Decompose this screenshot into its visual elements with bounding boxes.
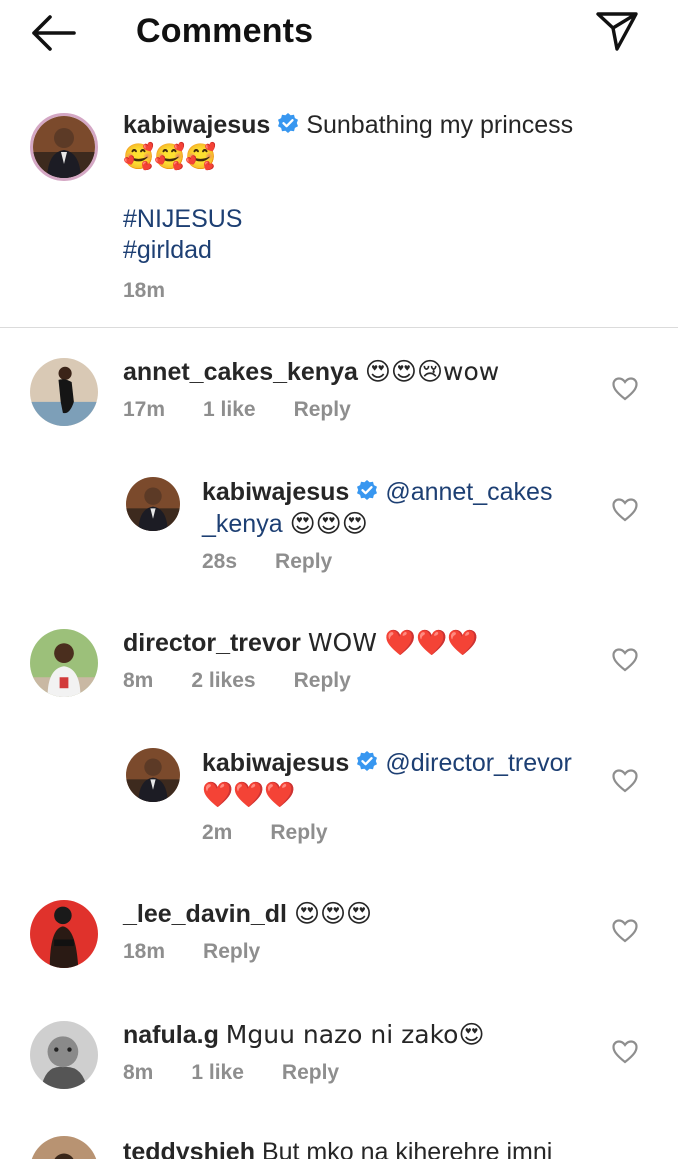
reply-meta: 2m Reply (202, 821, 328, 845)
comment-row: director_trevor WOW ❤️❤️❤️ 8m 2 likes Re… (0, 627, 678, 737)
avatar[interactable] (30, 629, 98, 697)
timestamp: 8m (123, 1061, 154, 1084)
avatar[interactable] (30, 1136, 98, 1159)
avatar[interactable] (30, 113, 98, 181)
verified-badge-icon (357, 480, 378, 500)
timestamp: 8m (123, 669, 154, 692)
page-title: Comments (136, 12, 314, 50)
heart-icon[interactable] (612, 498, 638, 522)
heart-icon[interactable] (612, 919, 638, 943)
caption-text: Sunbathing my princess (306, 111, 574, 139)
comment-text-block: teddyshieh But mko na kiherehre imni (123, 1137, 552, 1159)
caption-text-block: kabiwajesus Sunbathing my princess 🥰🥰🥰 #N… (123, 110, 623, 266)
heart-icon[interactable] (612, 648, 638, 672)
back-arrow-icon[interactable] (30, 14, 76, 52)
reply-button[interactable]: Reply (203, 940, 260, 964)
avatar[interactable] (30, 1021, 98, 1089)
mention-link[interactable]: @director_trevor (385, 749, 572, 777)
verified-badge-icon (278, 113, 299, 133)
reply-button[interactable]: Reply (294, 669, 351, 693)
comment-username[interactable]: director_trevor (123, 629, 301, 657)
comment-row-partial: teddyshieh But mko na kiherehre imni (0, 1136, 678, 1159)
comment-username[interactable]: _lee_davin_dl (123, 900, 287, 928)
avatar[interactable] (30, 900, 98, 968)
send-direct-icon[interactable] (594, 10, 640, 52)
hashtag-link[interactable]: #NIJESUS (123, 204, 623, 235)
top-bar: Comments (0, 0, 678, 64)
timestamp: 18m (123, 940, 166, 963)
reply-row: kabiwajesus @annet_cakes _kenya 😍😍😍 28s R… (0, 477, 678, 587)
comment-row: _lee_davin_dl 😍😍😍 18m Reply (0, 898, 678, 988)
comment-row: nafula.g Mguu nazo ni zako😍 8m 1 like Re… (0, 1019, 678, 1109)
mention-link[interactable]: @annet_cakes (385, 478, 552, 506)
comment-text: Mguu nazo ni zako😍 (225, 1020, 485, 1049)
heart-icon[interactable] (612, 1040, 638, 1064)
avatar[interactable] (126, 748, 180, 802)
timestamp: 17m (123, 398, 166, 421)
timestamp: 2m (202, 821, 233, 844)
reply-text: ❤️❤️❤️ (202, 780, 296, 809)
comment-text: 😍😍😍 (293, 899, 373, 928)
timestamp: 28s (202, 550, 238, 573)
reply-text-block: kabiwajesus @director_trevor ❤️❤️❤️ (202, 748, 602, 811)
comment-username[interactable]: nafula.g (123, 1021, 219, 1049)
timestamp: 18m (123, 279, 166, 302)
heart-icon[interactable] (612, 769, 638, 793)
comment-username[interactable]: teddyshieh (123, 1138, 255, 1159)
reply-button[interactable]: Reply (275, 550, 332, 574)
comment-meta: 8m 2 likes Reply (123, 669, 351, 693)
reply-row: kabiwajesus @director_trevor ❤️❤️❤️ 2m Re… (0, 748, 678, 858)
reply-username[interactable]: kabiwajesus (202, 478, 349, 506)
caption-meta: 18m (123, 279, 165, 303)
post-caption: kabiwajesus Sunbathing my princess 🥰🥰🥰 #N… (0, 96, 678, 328)
comment-text: 😍😍😢wow (364, 357, 500, 386)
comment-text-block: nafula.g Mguu nazo ni zako😍 (123, 1019, 485, 1051)
comment-text: But mko na kiherehre imni (261, 1138, 553, 1159)
avatar[interactable] (126, 477, 180, 531)
comment-meta: 8m 1 like Reply (123, 1061, 339, 1085)
comment-text-block: director_trevor WOW ❤️❤️❤️ (123, 627, 478, 659)
comment-meta: 18m Reply (123, 940, 260, 964)
comment-text-block: annet_cakes_kenya 😍😍😢wow (123, 356, 499, 388)
comment-text: WOW ❤️❤️❤️ (307, 628, 479, 657)
caption-emojis: 🥰🥰🥰 (123, 142, 217, 171)
reply-username[interactable]: kabiwajesus (202, 749, 349, 777)
reply-button[interactable]: Reply (270, 821, 327, 845)
caption-username[interactable]: kabiwajesus (123, 111, 270, 139)
like-count[interactable]: 2 likes (191, 669, 255, 693)
mention-link-continued[interactable]: _kenya (202, 510, 283, 538)
comment-meta: 17m 1 like Reply (123, 398, 351, 422)
like-count[interactable]: 1 like (203, 398, 256, 422)
heart-icon[interactable] (612, 377, 638, 401)
avatar[interactable] (30, 358, 98, 426)
reply-text: 😍😍😍 (289, 509, 368, 538)
comment-text-block: _lee_davin_dl 😍😍😍 (123, 898, 372, 930)
like-count[interactable]: 1 like (191, 1061, 244, 1085)
comment-username[interactable]: annet_cakes_kenya (123, 358, 358, 386)
reply-text-block: kabiwajesus @annet_cakes _kenya 😍😍😍 (202, 477, 582, 540)
reply-button[interactable]: Reply (294, 398, 351, 422)
verified-badge-icon (357, 751, 378, 771)
reply-button[interactable]: Reply (282, 1061, 339, 1085)
hashtag-link[interactable]: #girldad (123, 235, 623, 266)
comment-row: annet_cakes_kenya 😍😍😢wow 17m 1 like Repl… (0, 356, 678, 466)
reply-meta: 28s Reply (202, 550, 332, 574)
